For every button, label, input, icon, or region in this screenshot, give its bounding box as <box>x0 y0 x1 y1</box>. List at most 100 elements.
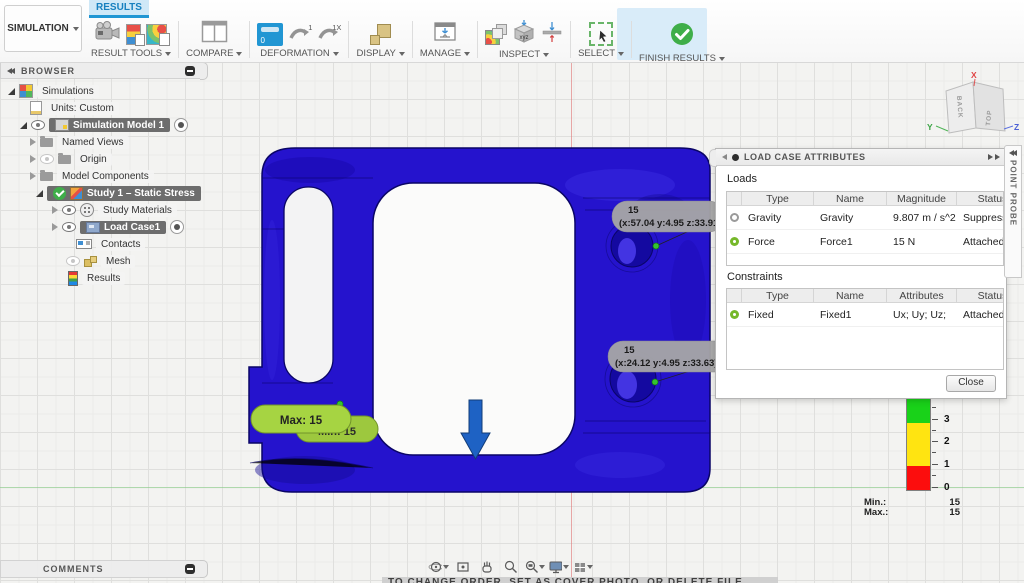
comments-panel-header[interactable]: COMMENTS <box>0 560 202 578</box>
tree-item-results[interactable]: Results <box>68 270 125 286</box>
tree-item-load-case1[interactable]: Load Case1 <box>52 219 184 235</box>
workspace-switcher-button[interactable]: SIMULATION <box>4 5 82 52</box>
tree-item-study-1[interactable]: Study 1 – Static Stress <box>36 185 201 201</box>
active-load-case-radio[interactable] <box>170 220 184 234</box>
browser-panel-grip[interactable] <box>200 62 208 80</box>
result-color-scale <box>906 394 931 491</box>
group-result-tools: RESULT TOOLS <box>86 18 176 61</box>
look-at-button[interactable] <box>452 557 473 577</box>
measure-button[interactable] <box>541 21 563 49</box>
comments-panel-grip[interactable] <box>200 560 208 578</box>
pan-button[interactable] <box>476 557 497 577</box>
inspect-menu[interactable]: INSPECT <box>499 49 549 60</box>
tree-item-mesh[interactable]: Mesh <box>66 253 135 269</box>
dropdown-caret-icon <box>587 565 593 569</box>
app-window: Min: 15 Max: 15 15 (x:57.04 y:4.95 z:33.… <box>0 0 1024 583</box>
tree-item-simulation-model-1[interactable]: Simulation Model 1 <box>20 117 188 133</box>
dialog-titlebar[interactable]: LOAD CASE ATTRIBUTES <box>716 149 1006 166</box>
tree-item-named-views[interactable]: Named Views <box>30 134 129 150</box>
max-label: Max.: <box>864 508 888 518</box>
zoom-window-button[interactable] <box>524 557 545 577</box>
tree-item-contacts[interactable]: Contacts <box>76 236 145 252</box>
dropdown-caret-icon <box>543 53 549 57</box>
expander-closed-icon[interactable] <box>30 155 36 163</box>
result-plot-button[interactable] <box>126 24 141 45</box>
deformation-adjusted-button[interactable]: 1 <box>288 23 312 46</box>
scale-yellow <box>907 423 930 466</box>
dropdown-caret-icon <box>539 565 545 569</box>
result-tools-menu[interactable]: RESULT TOOLS <box>91 48 171 59</box>
probe-callout-1: 15 (x:57.04 y:4.95 z:33.91) <box>612 201 724 232</box>
deformation-scale-value: 0 <box>260 36 264 45</box>
expander-open-icon[interactable] <box>8 88 15 95</box>
grid-snaps-button[interactable] <box>572 557 593 577</box>
expander-closed-icon[interactable] <box>30 138 36 146</box>
deformation-menu[interactable]: DEFORMATION <box>260 48 339 59</box>
deformation-scale-button[interactable]: 0 <box>257 23 283 46</box>
inspect-results-button[interactable] <box>485 24 507 45</box>
visibility-eye-off-icon[interactable] <box>40 154 54 164</box>
dropdown-caret-icon <box>618 52 624 56</box>
display-style-button[interactable] <box>370 24 392 45</box>
constraint-row-fixed[interactable]: Fixed Fixed1 Ux; Uy; Uz; Attached <box>727 303 1004 327</box>
navigation-bar <box>428 556 593 578</box>
load-row-force[interactable]: Force Force1 15 N Attached <box>727 230 1004 254</box>
tab-results[interactable]: RESULTS <box>89 0 149 18</box>
loads-table: Type Name Magnitude Status Gravity Gravi… <box>726 191 1004 266</box>
load-row-gravity[interactable]: Gravity Gravity 9.807 m / s^2 Suppressed <box>727 206 1004 230</box>
max-annotation-pill: Max: 15 <box>251 405 351 433</box>
constraints-table-header: Type Name Attributes Status <box>727 289 1004 303</box>
display-settings-button[interactable] <box>548 557 569 577</box>
panel-options-icon[interactable] <box>185 66 195 76</box>
group-select: SELECT <box>573 18 629 61</box>
animate-results-button[interactable] <box>95 21 121 47</box>
group-deformation: 0 1 1X DEFORMATION <box>252 18 346 61</box>
finish-results-button[interactable] <box>668 20 696 53</box>
study-icon <box>70 187 83 200</box>
browser-panel-header[interactable]: BROWSER <box>0 62 202 79</box>
expander-open-icon[interactable] <box>20 122 27 129</box>
finish-results-menu[interactable]: FINISH RESULTS <box>639 53 725 64</box>
display-menu[interactable]: DISPLAY <box>356 48 404 59</box>
compare-button[interactable] <box>201 20 228 48</box>
expander-closed-icon[interactable] <box>30 172 36 180</box>
visibility-eye-icon[interactable] <box>62 205 76 215</box>
expander-open-icon[interactable] <box>36 190 43 197</box>
dropdown-caret-icon <box>563 565 569 569</box>
result-contour-button[interactable] <box>146 24 167 45</box>
expander-closed-icon[interactable] <box>52 206 58 214</box>
orbit-button[interactable] <box>428 557 449 577</box>
manage-menu[interactable]: MANAGE <box>420 48 470 59</box>
tree-item-study-materials[interactable]: Study Materials <box>52 202 177 218</box>
panel-options-icon[interactable] <box>185 564 195 574</box>
point-probe-label: POINT PROBE <box>1009 160 1018 226</box>
point-probe-tab[interactable]: POINT PROBE <box>1004 145 1022 278</box>
group-inspect: xyz INSPECT <box>480 18 568 61</box>
dropdown-caret-icon <box>236 52 242 56</box>
tree-item-simulations[interactable]: Simulations <box>8 83 99 99</box>
zoom-button[interactable] <box>500 557 521 577</box>
mesh-icon <box>84 256 97 267</box>
manage-button[interactable] <box>433 21 457 48</box>
deformation-actual-button[interactable]: 1X <box>317 23 341 46</box>
active-model-radio[interactable] <box>174 118 188 132</box>
suppressed-status-icon <box>730 213 739 222</box>
dropdown-caret-icon <box>464 52 470 56</box>
close-button[interactable]: Close <box>946 375 996 392</box>
visibility-eye-icon[interactable] <box>31 120 45 130</box>
tree-item-units[interactable]: Units: Custom <box>30 100 119 116</box>
select-menu[interactable]: SELECT <box>578 48 624 59</box>
compare-menu[interactable]: COMPARE <box>186 48 242 59</box>
visibility-eye-icon[interactable] <box>62 222 76 232</box>
visibility-eye-off-icon[interactable] <box>66 256 80 266</box>
tree-item-model-components[interactable]: Model Components <box>30 168 154 184</box>
select-button[interactable] <box>589 22 613 46</box>
point-probe-button[interactable]: xyz <box>512 20 536 49</box>
view-cube[interactable]: BACK TOP X Y Z <box>927 70 1019 133</box>
browser-title: BROWSER <box>21 66 179 76</box>
scale-minmax: Min.:15 Max.:15 <box>864 498 960 518</box>
loads-section-label: Loads <box>727 173 757 185</box>
expander-closed-icon[interactable] <box>52 223 58 231</box>
tree-item-origin[interactable]: Origin <box>30 151 112 167</box>
dropdown-caret-icon <box>719 57 725 61</box>
